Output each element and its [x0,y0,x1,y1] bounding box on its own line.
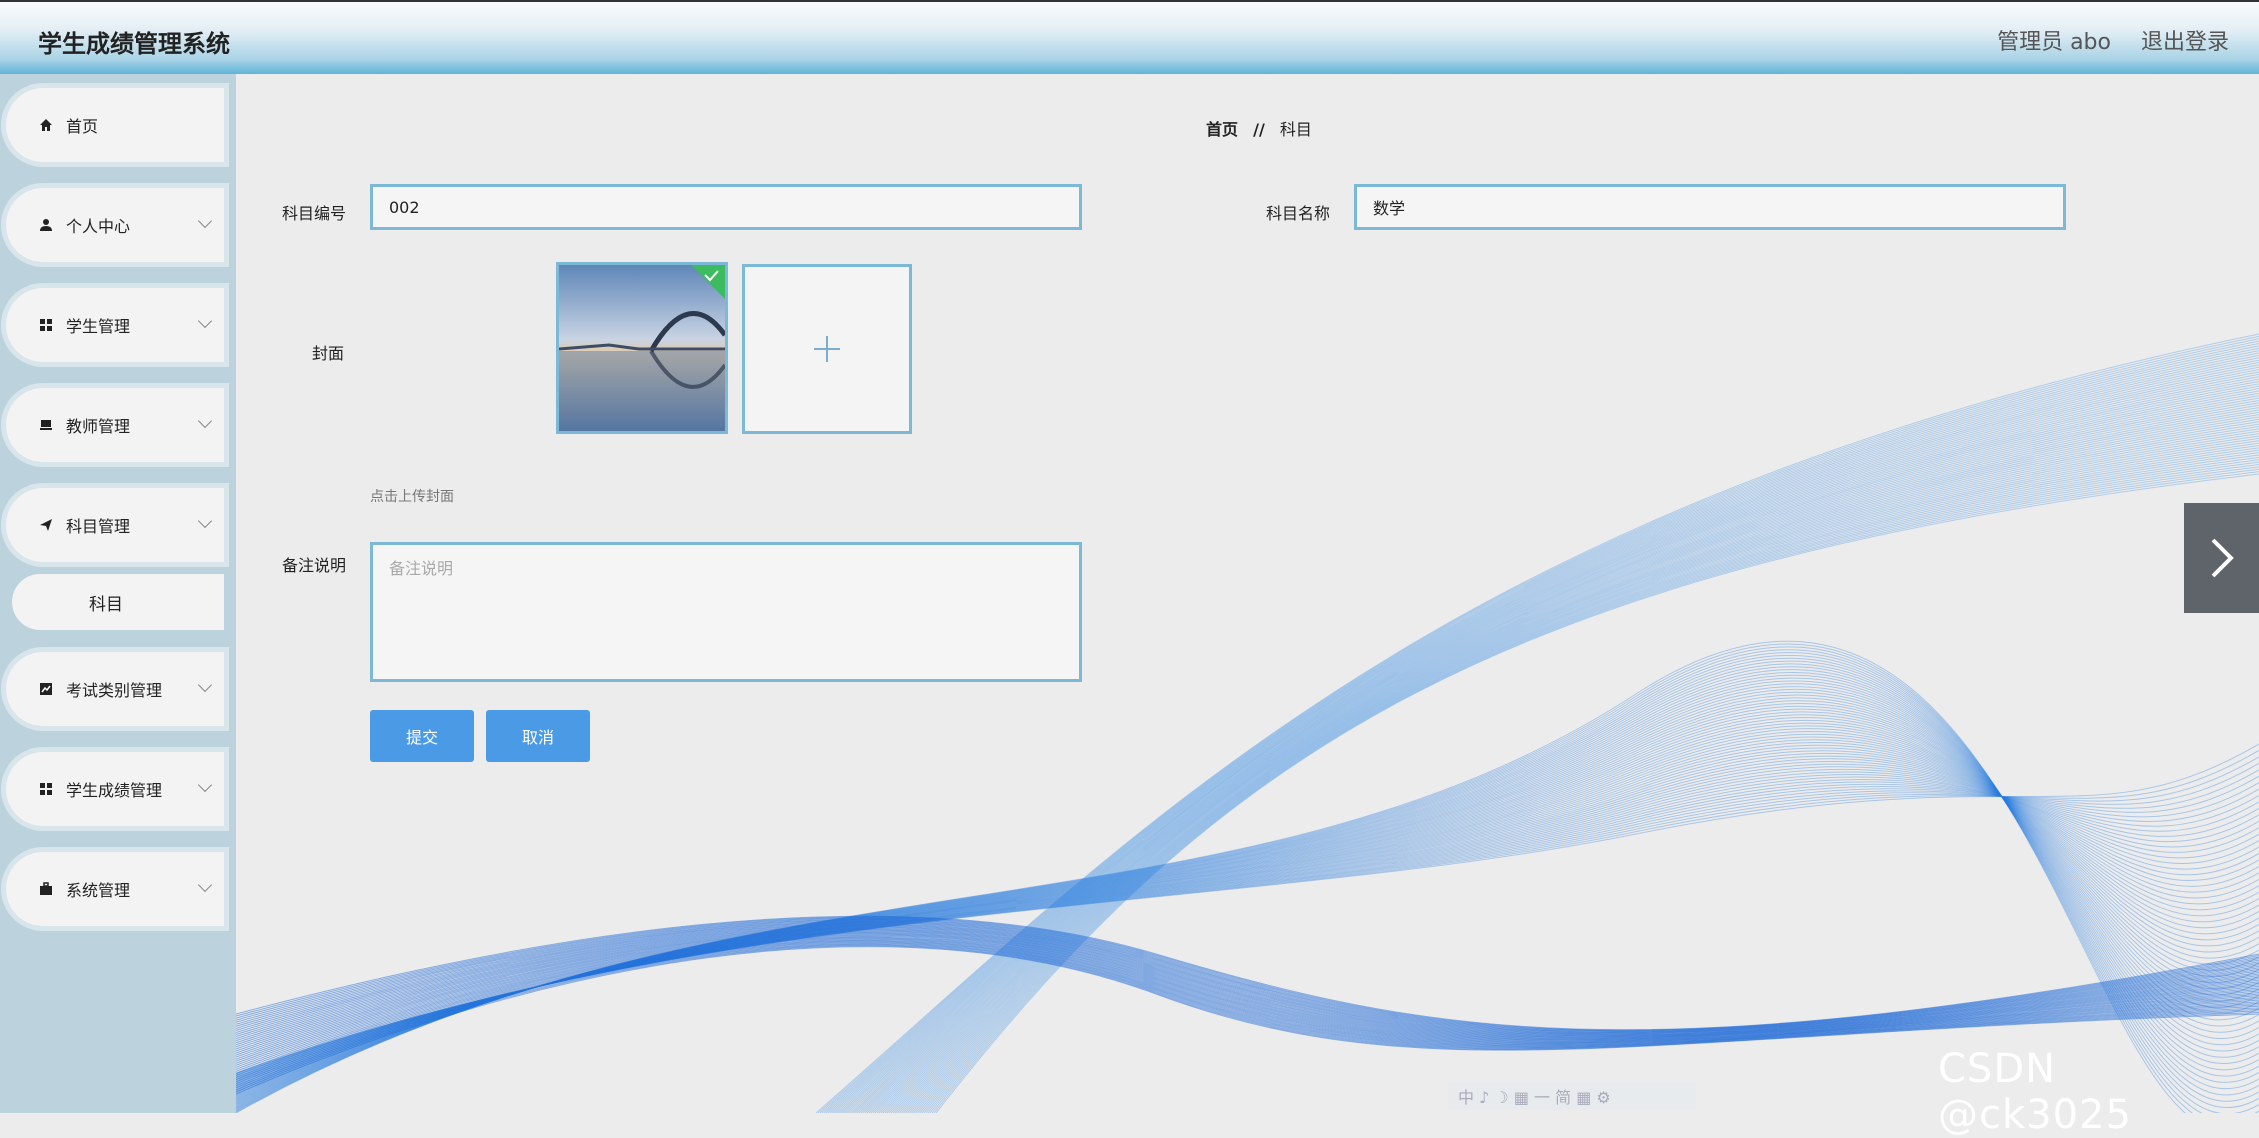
sidebar-item-personal-center[interactable]: 个人中心 [6,188,224,262]
sidebar-item-label: 教师管理 [66,417,131,436]
input-method-toolbar: 中 ♪ ☽ ▦ 一 简 ▦ ⚙ [1448,1082,1696,1110]
chevron-down-icon [197,677,213,693]
subject-name-input[interactable] [1354,184,2066,230]
sidebar: 首页 个人中心 学生管理 教师管理 科目管理 科目 考试类别管理 学生成绩管理 … [0,74,236,1113]
sidebar-item-label: 系统管理 [66,881,131,900]
subject-name-label: 科目名称 [1265,204,1330,223]
sidebar-item-label: 个人中心 [66,217,131,236]
plus-icon [814,336,840,362]
chevron-down-icon [197,777,213,793]
sidebar-item-system-management[interactable]: 系统管理 [6,852,224,926]
home-icon [38,117,54,133]
grid-icon [38,317,54,333]
cancel-button[interactable]: 取消 [486,710,590,762]
subject-code-input[interactable] [370,184,1082,230]
chevron-down-icon [197,513,213,529]
logout-button[interactable]: 退出登录 [2141,24,2229,56]
sidebar-item-subject-management[interactable]: 科目管理 [6,488,224,562]
upload-cover-button[interactable] [742,264,912,434]
chevron-right-icon [2211,538,2234,578]
sidebar-item-teacher-management[interactable]: 教师管理 [6,388,224,462]
send-icon [38,517,54,533]
cover-hint: 点击上传封面 [370,489,454,505]
sidebar-item-home[interactable]: 首页 [6,88,224,162]
cover-image[interactable] [556,262,728,434]
breadcrumb: 首页 // 科目 [1206,116,1312,140]
sidebar-item-exam-category-management[interactable]: 考试类别管理 [6,652,224,726]
sidebar-item-label: 考试类别管理 [66,681,163,700]
sidebar-subitem-subject[interactable]: 科目 [12,574,224,630]
header-bar: 学生成绩管理系统 管理员 abo 退出登录 [0,0,2259,74]
briefcase-icon [38,881,54,897]
breadcrumb-separator: // [1253,120,1265,139]
user-label[interactable]: 管理员 abo [1997,24,2111,56]
sidebar-item-label: 科目管理 [66,517,131,536]
breadcrumb-home[interactable]: 首页 [1206,120,1238,139]
grid-icon [38,781,54,797]
submit-button[interactable]: 提交 [370,710,474,762]
sidebar-item-student-management[interactable]: 学生管理 [6,288,224,362]
watermark: CSDN @ck3025 [1938,1046,2132,1138]
subject-code-label: 科目编号 [281,204,346,223]
chevron-down-icon [197,313,213,329]
note-textarea[interactable] [370,542,1082,682]
main-content: 首页 // 科目 科目编号 科目名称 封面 [236,74,2259,1113]
monitor-icon [38,417,54,433]
user-icon [38,217,54,233]
chart-icon [38,681,54,697]
sidebar-item-label: 学生成绩管理 [66,781,163,800]
sidebar-item-student-score-management[interactable]: 学生成绩管理 [6,752,224,826]
sidebar-subitem-label: 科目 [89,594,123,615]
chevron-down-icon [197,413,213,429]
next-slide-button[interactable] [2184,503,2259,613]
breadcrumb-current: 科目 [1279,120,1312,139]
app-title: 学生成绩管理系统 [38,30,230,58]
chevron-down-icon [197,213,213,229]
note-label: 备注说明 [281,556,346,575]
cover-label: 封面 [311,344,344,363]
header-actions: 管理员 abo 退出登录 [1997,24,2229,56]
sidebar-item-label: 首页 [66,117,99,136]
sidebar-item-label: 学生管理 [66,317,131,336]
chevron-down-icon [197,877,213,893]
